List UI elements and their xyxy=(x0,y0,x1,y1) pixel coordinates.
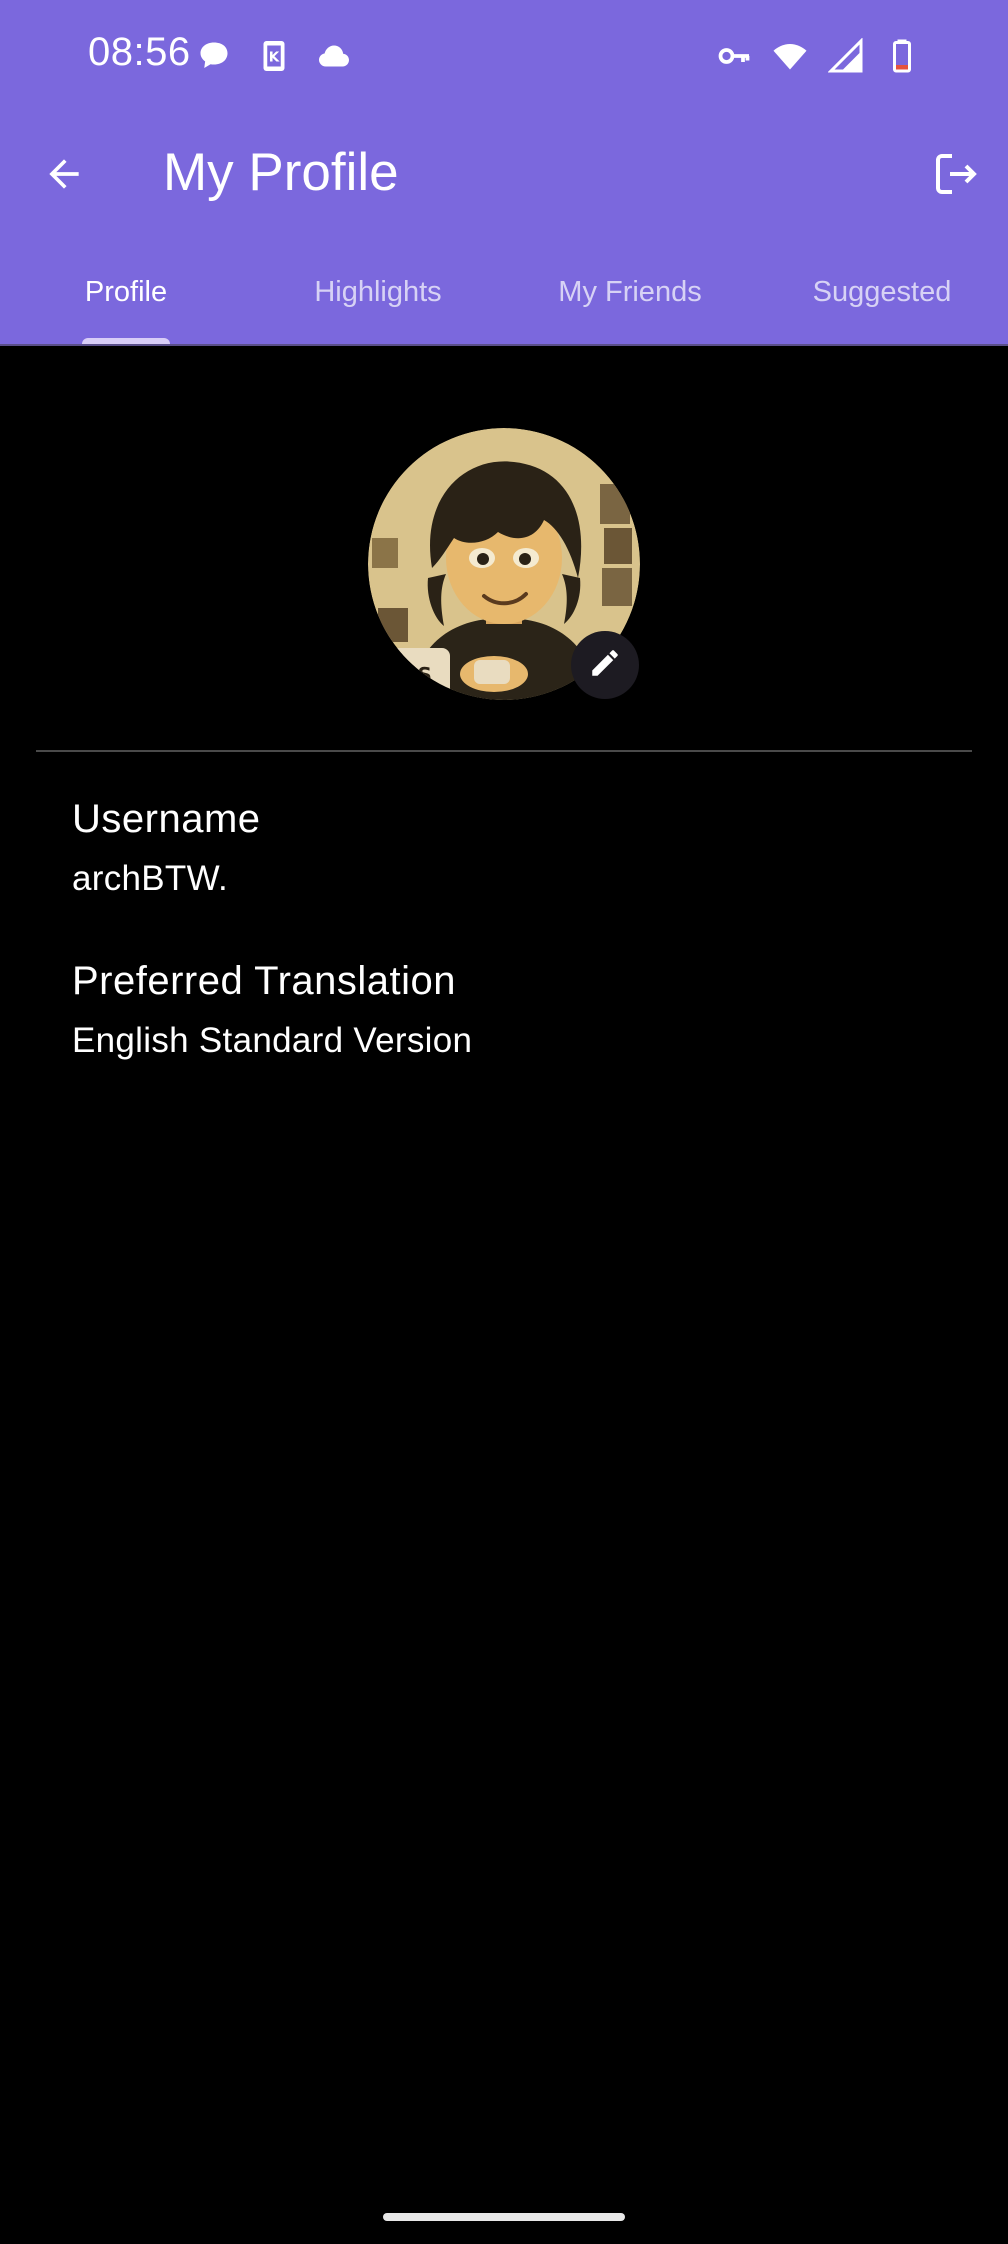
profile-screen: 08:56 K My Profile Profile Highlights My… xyxy=(0,0,1008,2244)
keyboard-k-icon: K xyxy=(256,38,292,74)
battery-low-icon xyxy=(884,38,920,74)
cloud-icon xyxy=(316,38,352,74)
home-indicator[interactable] xyxy=(383,2213,625,2221)
divider xyxy=(36,750,972,752)
svg-text:SS: SS xyxy=(404,663,432,687)
page-title: My Profile xyxy=(163,143,399,202)
edit-avatar-button[interactable] xyxy=(571,631,639,699)
tab-highlights[interactable]: Highlights xyxy=(252,240,504,344)
preferred-translation-label: Preferred Translation xyxy=(72,959,457,1003)
chat-bubble-icon xyxy=(196,38,232,74)
pencil-icon xyxy=(588,646,622,685)
tab-indicator xyxy=(82,338,170,344)
tab-label: Profile xyxy=(84,275,168,308)
username-label: Username xyxy=(72,797,261,841)
app-bar: 08:56 K My Profile Profile Highlights My… xyxy=(0,0,1008,346)
cell-signal-icon xyxy=(827,37,864,74)
preferred-translation-value: English Standard Version xyxy=(72,1021,473,1060)
tab-my-friends[interactable]: My Friends xyxy=(504,240,756,344)
logout-icon xyxy=(932,150,980,203)
back-button[interactable] xyxy=(24,136,104,216)
arrow-left-icon xyxy=(42,152,86,201)
tab-label: Highlights xyxy=(314,275,442,308)
vpn-key-icon xyxy=(716,38,752,74)
logout-button[interactable] xyxy=(916,136,996,216)
tab-label: My Friends xyxy=(558,275,702,308)
status-bar: 08:56 K xyxy=(0,0,1008,112)
tab-label: Suggested xyxy=(812,275,952,308)
tab-profile[interactable]: Profile xyxy=(0,240,252,344)
username-value: archBTW. xyxy=(72,859,229,898)
tab-bar: Profile Highlights My Friends Suggested xyxy=(0,240,1008,344)
toolbar: My Profile xyxy=(0,112,1008,240)
avatar-container: SS xyxy=(368,428,640,700)
svg-text:K: K xyxy=(269,49,280,65)
tab-suggested[interactable]: Suggested xyxy=(756,240,1008,344)
status-time: 08:56 xyxy=(88,30,191,74)
wifi-icon xyxy=(772,38,808,74)
